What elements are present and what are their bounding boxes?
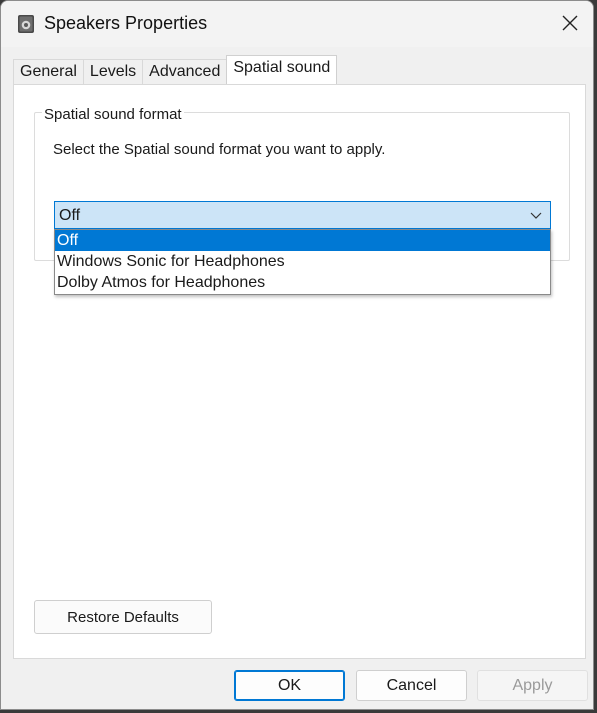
- tab-spatial-sound[interactable]: Spatial sound: [226, 55, 338, 84]
- option-off[interactable]: Off: [55, 230, 550, 251]
- tab-strip: General Levels Advanced Spatial sound: [13, 55, 338, 84]
- restore-defaults-button[interactable]: Restore Defaults: [34, 600, 212, 634]
- chevron-down-icon: [530, 212, 542, 219]
- option-windows-sonic[interactable]: Windows Sonic for Headphones: [55, 251, 550, 272]
- close-icon: [562, 15, 578, 31]
- speakers-properties-window: Speakers Properties General Levels Advan…: [0, 0, 594, 710]
- select-current-value: Off: [59, 207, 81, 224]
- speaker-icon: [17, 14, 35, 34]
- tab-advanced[interactable]: Advanced: [142, 59, 228, 84]
- spatial-format-select[interactable]: Off: [54, 201, 551, 229]
- group-title: Spatial sound format: [42, 106, 184, 123]
- tab-levels[interactable]: Levels: [82, 59, 144, 84]
- spatial-sound-panel: Spatial sound format Select the Spatial …: [13, 84, 586, 659]
- option-dolby-atmos[interactable]: Dolby Atmos for Headphones: [55, 272, 550, 293]
- apply-button[interactable]: Apply: [477, 670, 588, 701]
- close-button[interactable]: [547, 1, 593, 45]
- window-title: Speakers Properties: [44, 13, 208, 33]
- spatial-format-dropdown-list: Off Windows Sonic for Headphones Dolby A…: [54, 229, 551, 295]
- format-description: Select the Spatial sound format you want…: [53, 141, 386, 158]
- tab-general[interactable]: General: [13, 59, 84, 84]
- cancel-button[interactable]: Cancel: [356, 670, 467, 701]
- ok-button[interactable]: OK: [234, 670, 345, 701]
- title-bar: Speakers Properties: [1, 1, 593, 47]
